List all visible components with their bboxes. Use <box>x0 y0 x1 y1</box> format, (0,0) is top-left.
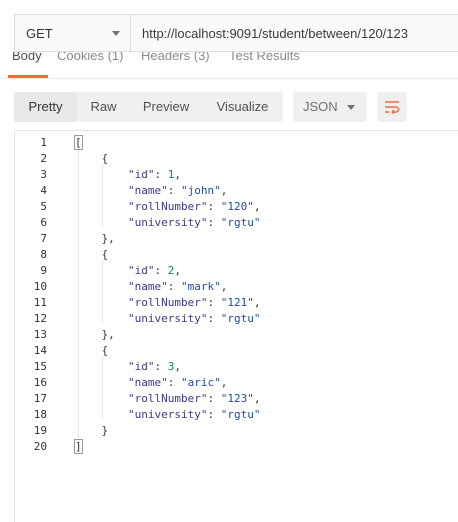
code-line: 17 "rollNumber": "123", <box>15 391 458 407</box>
view-pretty-button[interactable]: Pretty <box>14 92 77 122</box>
response-body-editor[interactable]: 1[2 {3 "id": 1, 4 "name": "john", 5 "rollN… <box>14 130 458 522</box>
line-number: 18 <box>33 408 47 421</box>
format-select[interactable]: JSON <box>293 92 367 122</box>
code-text: "id": 2, <box>127 264 181 277</box>
code-line: 19 } <box>15 423 458 439</box>
code-line: 16 "name": "aric", <box>15 375 458 391</box>
code-text: [ <box>74 135 83 150</box>
code-line: 2 { <box>15 151 458 167</box>
line-number: 5 <box>40 200 47 213</box>
line-number: 19 <box>33 424 47 437</box>
code-line: 14 { <box>15 343 458 359</box>
line-number: 15 <box>33 360 47 373</box>
wrap-lines-icon <box>385 101 400 114</box>
code-text: "university": "rgtu" <box>127 216 261 229</box>
code-line: 11 "rollNumber": "121", <box>15 295 458 311</box>
code-text: "id": 3, <box>127 360 181 373</box>
line-number: 17 <box>33 392 47 405</box>
code-text: } <box>101 424 109 437</box>
view-raw-button[interactable]: Raw <box>77 92 130 122</box>
line-number: 11 <box>33 296 47 309</box>
wrap-lines-button[interactable] <box>377 92 407 122</box>
tab-body[interactable]: Body <box>12 52 42 63</box>
url-input[interactable]: http://localhost:9091/student/between/12… <box>131 15 458 51</box>
code-line: 15 "id": 3, <box>15 359 458 375</box>
code-text: "rollNumber": "120", <box>127 200 261 213</box>
tab-cookies[interactable]: Cookies (1) <box>57 52 123 63</box>
code-line: 9 "id": 2, <box>15 263 458 279</box>
code-line: 4 "name": "john", <box>15 183 458 199</box>
chevron-down-icon <box>112 31 120 36</box>
code-line: 8 { <box>15 247 458 263</box>
line-number: 14 <box>33 344 47 357</box>
line-number: 9 <box>40 264 47 277</box>
chevron-down-icon <box>347 105 355 110</box>
method-label: GET <box>26 25 53 41</box>
code-line: 7 }, <box>15 231 458 247</box>
code-text: "university": "rgtu" <box>127 408 261 421</box>
code-text: }, <box>101 328 115 341</box>
line-number: 16 <box>33 376 47 389</box>
line-number: 6 <box>40 216 47 229</box>
code-text: "name": "john", <box>127 184 228 197</box>
line-number: 2 <box>40 152 47 165</box>
method-select[interactable]: GET <box>15 15 131 51</box>
tab-headers[interactable]: Headers (3) <box>141 52 210 63</box>
code-text: "name": "aric", <box>127 376 228 389</box>
code-line: 13 }, <box>15 327 458 343</box>
code-line: 12 "university": "rgtu" <box>15 311 458 327</box>
code-text: "name": "mark", <box>127 280 228 293</box>
code-line: 6 "university": "rgtu" <box>15 215 458 231</box>
line-number: 10 <box>33 280 47 293</box>
line-number: 7 <box>40 232 47 245</box>
code-line: 18 "university": "rgtu" <box>15 407 458 423</box>
code-text: ] <box>74 439 83 454</box>
line-number: 12 <box>33 312 47 325</box>
code-line: 1[ <box>15 135 458 151</box>
line-number: 4 <box>40 184 47 197</box>
response-tabs: Body Cookies (1) Headers (3) Test Result… <box>0 52 458 78</box>
line-number: 8 <box>40 248 47 261</box>
code-text: "rollNumber": "123", <box>127 392 261 405</box>
line-number: 13 <box>33 328 47 341</box>
code-text: { <box>101 344 109 357</box>
view-visualize-button[interactable]: Visualize <box>202 92 283 122</box>
code-text: }, <box>101 232 115 245</box>
format-label: JSON <box>303 99 338 114</box>
code-text: { <box>101 152 109 165</box>
tabs-divider <box>0 78 458 79</box>
code-text: "id": 1, <box>127 168 181 181</box>
code-line: 10 "name": "mark", <box>15 279 458 295</box>
code-text: "university": "rgtu" <box>127 312 261 325</box>
code-line: 5 "rollNumber": "120", <box>15 199 458 215</box>
code-text: "rollNumber": "121", <box>127 296 261 309</box>
view-mode-switch: Pretty Raw Preview Visualize <box>14 92 283 122</box>
line-number: 3 <box>40 168 47 181</box>
code-text: { <box>101 248 109 261</box>
code-line: 20] <box>15 439 458 455</box>
tab-test-results[interactable]: Test Results <box>229 52 300 63</box>
request-bar: GET http://localhost:9091/student/betwee… <box>14 14 458 52</box>
line-number: 1 <box>40 136 47 149</box>
code-line: 3 "id": 1, <box>15 167 458 183</box>
view-preview-button[interactable]: Preview <box>130 92 202 122</box>
line-number: 20 <box>33 440 47 453</box>
